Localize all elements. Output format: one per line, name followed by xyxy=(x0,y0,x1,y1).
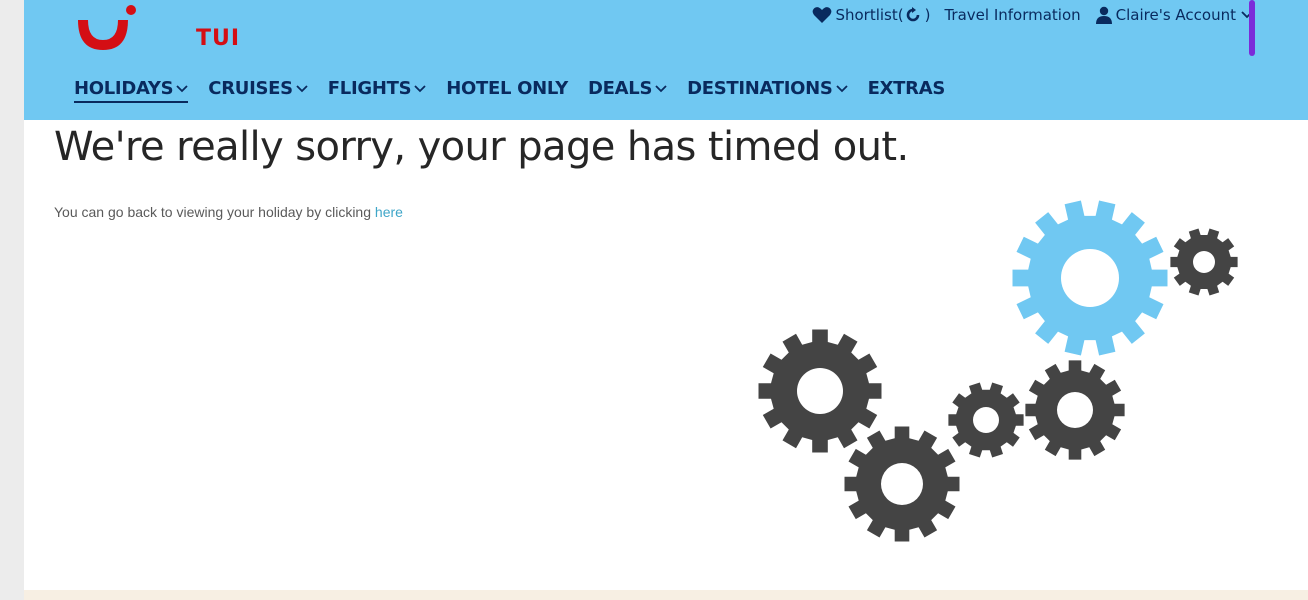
account-label: Claire's Account xyxy=(1115,6,1236,24)
chevron-down-icon xyxy=(655,84,667,92)
travel-information-link[interactable]: Travel Information xyxy=(944,6,1080,24)
page: TUI Shortlist( ) Travel Information Clai… xyxy=(24,0,1308,600)
tui-logo[interactable]: TUI xyxy=(74,2,239,54)
nav-item-label: FLIGHTS xyxy=(327,78,412,99)
refresh-icon xyxy=(906,7,919,22)
gear-bottom xyxy=(844,426,960,542)
gear-right xyxy=(1025,360,1125,460)
site-header: TUI Shortlist( ) Travel Information Clai… xyxy=(24,0,1308,120)
brand-name: TUI xyxy=(196,26,241,51)
nav-item-label: HOLIDAYS xyxy=(74,78,174,99)
scroll-indicator[interactable] xyxy=(1249,0,1255,56)
nav-item-deals[interactable]: DEALS xyxy=(588,78,667,103)
shortlist-link[interactable]: Shortlist( ) xyxy=(812,6,930,24)
gear-left xyxy=(758,329,882,453)
here-link[interactable]: here xyxy=(375,204,403,220)
nav-item-label: HOTEL ONLY xyxy=(446,78,568,99)
chevron-down-icon xyxy=(296,84,308,92)
nav-item-label: CRUISES xyxy=(208,78,293,99)
nav-item-extras[interactable]: EXTRAS xyxy=(867,78,946,103)
chevron-down-icon xyxy=(835,84,848,92)
timeout-message-text: You can go back to viewing your holiday … xyxy=(54,204,375,220)
main-navigation: HOLIDAYS CRUISES FLIGHTS HOTEL ONLY DEALS DES… xyxy=(74,78,965,103)
utility-bar: Shortlist( ) Travel Information Claire's… xyxy=(812,4,1256,26)
nav-item-flights[interactable]: FLIGHTS xyxy=(328,78,426,103)
page-title: We're really sorry, your page has timed … xyxy=(54,124,909,170)
nav-item-cruises[interactable]: CRUISES xyxy=(208,78,308,103)
nav-item-hotel-only[interactable]: HOTEL ONLY xyxy=(446,78,568,103)
user-icon xyxy=(1095,6,1112,24)
nav-item-label: DESTINATIONS xyxy=(687,78,833,99)
nav-item-label: DEALS xyxy=(588,78,653,99)
gear-blue-large xyxy=(1012,200,1168,356)
travel-information-label: Travel Information xyxy=(944,6,1081,24)
nav-item-destinations[interactable]: DESTINATIONS xyxy=(687,78,848,103)
shortlist-count xyxy=(904,6,925,24)
footer-strip xyxy=(24,590,1308,600)
chevron-down-icon xyxy=(176,84,188,92)
gear-small-top xyxy=(1170,228,1238,296)
gear-middle-small xyxy=(948,382,1024,458)
shortlist-label: Shortlist( xyxy=(835,6,904,24)
shortlist-close: ) xyxy=(924,6,931,24)
nav-item-holidays[interactable]: HOLIDAYS xyxy=(74,78,189,103)
timeout-message: You can go back to viewing your holiday … xyxy=(54,204,403,220)
chevron-down-icon xyxy=(414,84,426,92)
heart-icon xyxy=(813,7,832,23)
account-menu[interactable]: Claire's Account xyxy=(1095,6,1256,24)
tui-smile-icon xyxy=(78,5,136,50)
nav-item-label: EXTRAS xyxy=(867,78,946,99)
